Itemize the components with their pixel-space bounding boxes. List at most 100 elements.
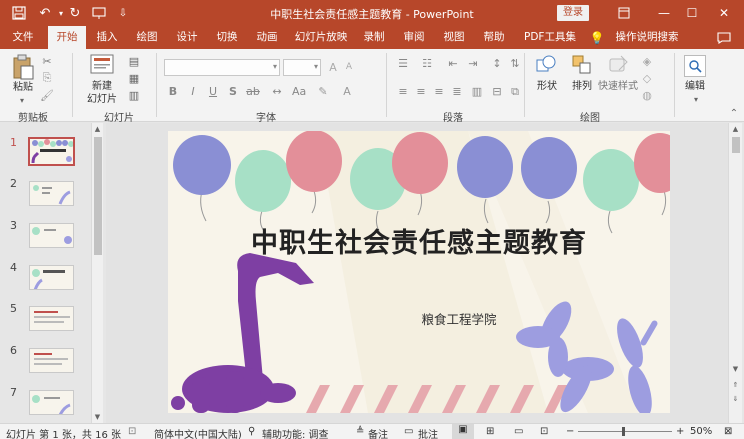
reset-icon[interactable]: ▦ [127, 71, 141, 85]
zoom-slider-handle[interactable] [622, 427, 625, 436]
notes-icon[interactable]: ≜ [356, 426, 364, 437]
thumbnail-scrollbar[interactable]: ▲ ▼ [91, 123, 103, 423]
comment-icon[interactable] [716, 30, 732, 45]
thumbnail-slide-5[interactable] [29, 306, 74, 331]
editing-button[interactable]: 编辑 [678, 81, 712, 93]
char-spacing-icon[interactable]: ↔ [270, 85, 284, 99]
shape-fill-icon[interactable]: ◈ [640, 54, 654, 68]
scroll-down-icon[interactable]: ▼ [92, 411, 103, 423]
slide-sorter-icon[interactable]: ⊞ [486, 426, 494, 437]
zoom-level[interactable]: 50% [690, 426, 712, 437]
tab-pdf-tools[interactable]: PDF工具集 [518, 26, 582, 49]
scrollbar-thumb[interactable] [94, 137, 102, 255]
font-color-icon[interactable]: A [340, 85, 354, 99]
section-icon[interactable]: ▥ [127, 88, 141, 102]
reading-view-icon[interactable]: ▭ [514, 426, 523, 437]
zoom-out-icon[interactable]: − [566, 426, 574, 437]
format-painter-icon[interactable]: 🖌 [40, 88, 54, 102]
scroll-down-icon[interactable]: ▼ [729, 363, 742, 375]
tab-draw[interactable]: 绘图 [128, 26, 166, 49]
thumbnail-slide-3[interactable] [29, 223, 74, 248]
tab-view[interactable]: 视图 [436, 26, 472, 49]
redo-icon[interactable]: ↻ [66, 4, 84, 22]
align-right-icon[interactable]: ≡ [432, 85, 446, 99]
align-left-icon[interactable]: ≡ [396, 85, 410, 99]
shape-effects-icon[interactable]: ◍ [640, 88, 654, 102]
tab-file[interactable]: 文件 [4, 26, 42, 49]
shadow-icon[interactable]: S [226, 85, 240, 99]
tab-design[interactable]: 设计 [168, 26, 206, 49]
new-slide-label-1[interactable]: 新建 [80, 81, 124, 93]
increase-font-icon[interactable]: A [326, 60, 340, 74]
tab-transitions[interactable]: 切换 [208, 26, 246, 49]
chevron-down-icon[interactable]: ▾ [16, 95, 28, 105]
scroll-up-icon[interactable]: ▲ [729, 123, 742, 135]
new-slide-label-2[interactable]: 幻灯片 [80, 94, 124, 106]
smartart-icon[interactable]: ⧉ [508, 85, 522, 99]
scrollbar-thumb[interactable] [732, 137, 740, 153]
login-button[interactable]: 登录 [557, 5, 589, 21]
scroll-up-icon[interactable]: ▲ [92, 123, 103, 135]
ribbon-display-icon[interactable] [604, 0, 644, 26]
normal-view-icon[interactable]: ▣ [452, 424, 474, 439]
customize-icon[interactable]: ⇩ [114, 4, 132, 22]
tab-record[interactable]: 录制 [356, 26, 392, 49]
layout-icon[interactable]: ▤ [127, 54, 141, 68]
tab-insert[interactable]: 插入 [88, 26, 126, 49]
change-case-icon[interactable]: Aa [292, 85, 306, 99]
accessibility-icon[interactable]: ⚲ [248, 426, 255, 437]
numbering-icon[interactable]: ☷ [420, 57, 434, 71]
shape-outline-icon[interactable]: ◇ [640, 71, 654, 85]
notes-button[interactable]: 备注 [368, 426, 388, 439]
thumbnail-slide-7[interactable] [29, 390, 74, 415]
save-icon[interactable] [10, 4, 28, 22]
tab-slideshow[interactable]: 幻灯片放映 [290, 26, 352, 49]
previous-slide-icon[interactable]: ⇑ [729, 379, 742, 391]
present-icon[interactable] [90, 4, 108, 22]
comments-icon[interactable]: ▭ [404, 426, 413, 437]
arrange-button[interactable]: 排列 [566, 81, 598, 93]
new-slide-icon[interactable] [90, 53, 114, 75]
zoom-slider[interactable] [578, 431, 672, 432]
find-icon[interactable] [684, 55, 706, 77]
current-slide[interactable]: 中职生社会责任感主题教育 粮食工程学院 [168, 131, 670, 413]
tab-help[interactable]: 帮助 [476, 26, 512, 49]
slide-subtitle[interactable]: 粮食工程学院 [168, 309, 670, 328]
collapse-ribbon-icon[interactable]: ⌃ [728, 107, 740, 119]
bold-icon[interactable]: B [166, 85, 180, 99]
decrease-indent-icon[interactable]: ⇤ [446, 57, 460, 71]
font-size-dropdown[interactable]: ▾ [283, 59, 321, 76]
slideshow-icon[interactable]: ⊡ [540, 426, 548, 437]
italic-icon[interactable]: I [186, 85, 200, 99]
font-name-dropdown[interactable]: ▾ [164, 59, 280, 76]
paste-icon[interactable] [10, 53, 36, 81]
arrange-icon[interactable] [570, 53, 594, 77]
align-center-icon[interactable]: ≡ [414, 85, 428, 99]
shapes-button[interactable]: 形状 [530, 81, 564, 93]
tab-review[interactable]: 审阅 [396, 26, 432, 49]
comments-button[interactable]: 批注 [418, 426, 438, 439]
quick-styles-icon[interactable] [606, 53, 630, 77]
columns-icon[interactable]: ▥ [470, 85, 484, 99]
zoom-in-icon[interactable]: + [676, 426, 684, 437]
tab-animations[interactable]: 动画 [248, 26, 286, 49]
bullets-icon[interactable]: ☰ [396, 57, 410, 71]
slide-scrollbar[interactable]: ▲ ▼ ⇑ ⇓ [728, 123, 742, 423]
close-icon[interactable]: ✕ [704, 0, 744, 26]
spellcheck-icon[interactable]: ⊡ [128, 426, 136, 437]
thumbnail-slide-4[interactable] [29, 265, 74, 290]
accessibility-status[interactable]: 辅助功能: 调查 [262, 426, 329, 439]
align-text-icon[interactable]: ⊟ [490, 85, 504, 99]
highlight-icon[interactable]: ✎ [316, 85, 330, 99]
thumbnail-slide-6[interactable] [29, 348, 74, 373]
decrease-font-icon[interactable]: A [342, 60, 356, 74]
thumbnail-slide-2[interactable] [29, 181, 74, 206]
cut-icon[interactable]: ✂ [40, 54, 54, 68]
tab-home[interactable]: 开始 [48, 26, 86, 49]
language-indicator[interactable]: 简体中文(中国大陆) [154, 426, 242, 439]
paste-button[interactable]: 粘贴 [10, 82, 36, 94]
strikethrough-icon[interactable]: ab [246, 85, 260, 99]
text-direction-icon[interactable]: ⇅ [508, 57, 522, 71]
quick-styles-button[interactable]: 快速样式 [596, 81, 640, 93]
fit-to-window-icon[interactable]: ⊠ [724, 426, 732, 437]
